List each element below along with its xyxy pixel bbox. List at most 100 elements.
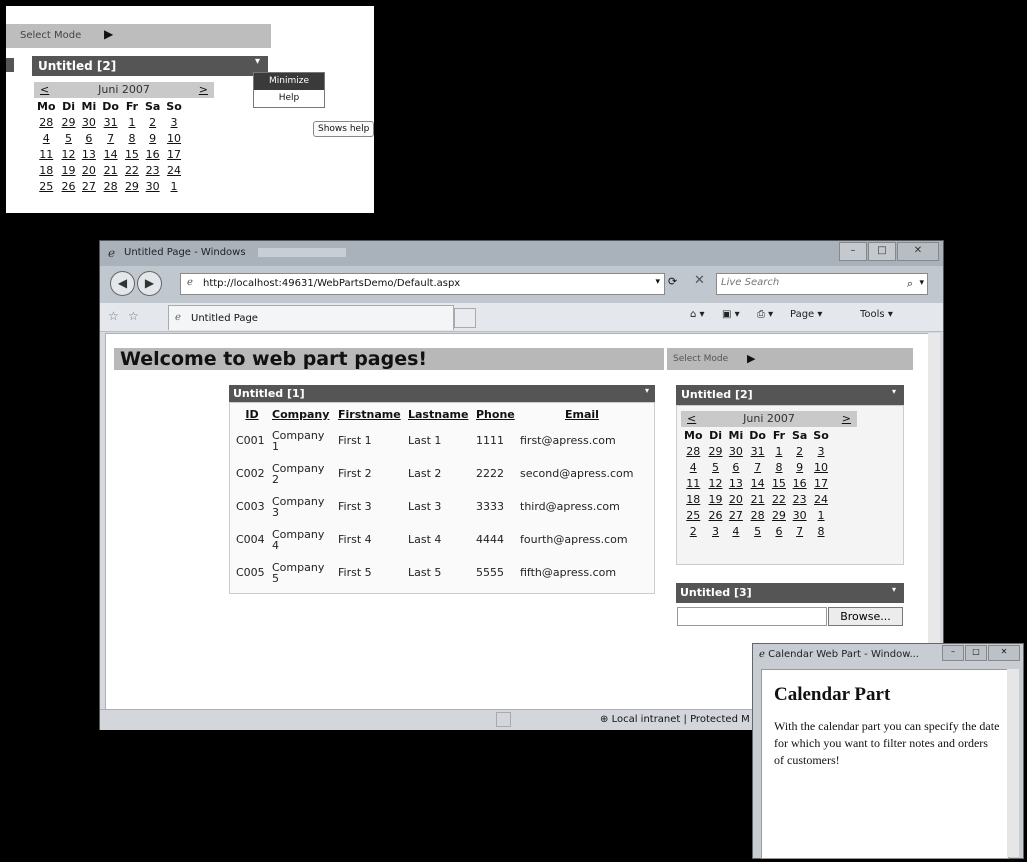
search-dropdown-icon[interactable]: ▾ (919, 278, 924, 288)
search-icon[interactable]: ⌕ (907, 277, 913, 291)
calendar-day[interactable]: 31 (746, 443, 769, 459)
column-header-lastname[interactable]: Lastname (406, 408, 474, 424)
calendar-day[interactable]: 2 (681, 523, 706, 539)
verbs-dropdown-icon[interactable]: ▾ (645, 386, 649, 395)
popup-scrollbar[interactable] (1007, 669, 1019, 857)
verbs-dropdown-icon[interactable]: ▾ (255, 56, 260, 67)
column-header-phone[interactable]: Phone (474, 408, 518, 424)
calendar-day[interactable]: 7 (746, 459, 769, 475)
calendar-day[interactable]: 3 (706, 523, 726, 539)
calendar-day[interactable]: 28 (34, 114, 59, 130)
calendar-day[interactable]: 8 (122, 130, 142, 146)
minimize-button[interactable]: – (839, 242, 867, 261)
calendar-day[interactable]: 18 (34, 162, 59, 178)
calendar-day[interactable]: 29 (769, 507, 789, 523)
tab-untitled-page[interactable]: ℯ Untitled Page (168, 305, 454, 330)
calendar-day[interactable]: 1 (163, 178, 184, 194)
calendar-day[interactable]: 13 (726, 475, 747, 491)
forward-button[interactable]: ▶ (137, 271, 162, 296)
print-icon[interactable]: ⎙ ▾ (757, 309, 773, 320)
calendar-day[interactable]: 19 (706, 491, 726, 507)
calendar-day[interactable]: 11 (681, 475, 706, 491)
search-input[interactable] (721, 277, 881, 288)
column-header-firstname[interactable]: Firstname (336, 408, 406, 424)
calendar-day[interactable]: 13 (79, 146, 100, 162)
calendar-day[interactable]: 9 (142, 130, 163, 146)
calendar-day[interactable]: 2 (789, 443, 810, 459)
calendar-day[interactable]: 5 (706, 459, 726, 475)
calendar-day[interactable]: 17 (163, 146, 184, 162)
calendar-day[interactable]: 8 (810, 523, 831, 539)
calendar-day[interactable]: 20 (79, 162, 100, 178)
calendar-day[interactable]: 16 (142, 146, 163, 162)
calendar-day[interactable]: 16 (789, 475, 810, 491)
add-favorites-icon[interactable]: ☆ (128, 309, 139, 323)
select-mode-label[interactable]: Select Mode (20, 30, 81, 41)
calendar-day[interactable]: 8 (769, 459, 789, 475)
calendar-day[interactable]: 27 (79, 178, 100, 194)
tools-menu[interactable]: Tools ▾ (860, 309, 893, 320)
calendar-day[interactable]: 31 (99, 114, 122, 130)
calendar-day[interactable]: 24 (810, 491, 831, 507)
verbs-dropdown-icon[interactable]: ▾ (892, 387, 896, 396)
page-menu[interactable]: Page ▾ (790, 309, 822, 320)
calendar-day[interactable]: 29 (122, 178, 142, 194)
calendar-day[interactable]: 30 (142, 178, 163, 194)
calendar-day[interactable]: 26 (706, 507, 726, 523)
calendar-day[interactable]: 2 (142, 114, 163, 130)
calendar-day[interactable]: 9 (789, 459, 810, 475)
calendar-day[interactable]: 1 (122, 114, 142, 130)
calendar-day[interactable]: 30 (79, 114, 100, 130)
address-dropdown-icon[interactable]: ▾ (655, 277, 660, 287)
popup-minimize-button[interactable]: – (942, 645, 964, 661)
calendar-day[interactable]: 20 (726, 491, 747, 507)
calendar-day[interactable]: 27 (726, 507, 747, 523)
select-mode-bar[interactable]: Select Mode ▶ (667, 348, 913, 370)
select-mode-bar[interactable]: Select Mode ▶ (6, 24, 271, 48)
address-url[interactable]: http://localhost:49631/WebPartsDemo/Defa… (203, 278, 460, 289)
feeds-icon[interactable]: ▣ ▾ (722, 309, 740, 320)
calendar-day[interactable]: 1 (769, 443, 789, 459)
calendar-day[interactable]: 23 (789, 491, 810, 507)
calendar-day[interactable]: 23 (142, 162, 163, 178)
calendar-day[interactable]: 21 (99, 162, 122, 178)
select-mode-label[interactable]: Select Mode (673, 354, 728, 364)
calendar-day[interactable]: 29 (706, 443, 726, 459)
favorites-star-icon[interactable]: ☆ (108, 309, 119, 323)
calendar-day[interactable]: 28 (99, 178, 122, 194)
refresh-icon[interactable]: ⟳ (668, 275, 677, 288)
calendar-day[interactable]: 12 (59, 146, 79, 162)
calendar-day[interactable]: 4 (726, 523, 747, 539)
calendar-day[interactable]: 21 (746, 491, 769, 507)
calendar-day[interactable]: 24 (163, 162, 184, 178)
calendar-day[interactable]: 3 (163, 114, 184, 130)
calendar-day[interactable]: 6 (769, 523, 789, 539)
close-button[interactable]: ✕ (897, 242, 939, 261)
calendar-day[interactable]: 7 (789, 523, 810, 539)
popup-close-button[interactable]: ✕ (988, 645, 1020, 661)
verbs-dropdown-icon[interactable]: ▾ (892, 585, 896, 594)
menu-item-minimize[interactable]: Minimize (254, 73, 324, 90)
calendar-day[interactable]: 4 (34, 130, 59, 146)
calendar-day[interactable]: 29 (59, 114, 79, 130)
calendar-day[interactable]: 17 (810, 475, 831, 491)
popup-maximize-button[interactable]: □ (965, 645, 987, 661)
calendar-day[interactable]: 25 (34, 178, 59, 194)
back-button[interactable]: ◀ (110, 271, 135, 296)
calendar-day[interactable]: 5 (59, 130, 79, 146)
calendar-day[interactable]: 28 (681, 443, 706, 459)
calendar-day[interactable]: 6 (79, 130, 100, 146)
calendar-day[interactable]: 28 (746, 507, 769, 523)
browse-button[interactable]: Browse... (828, 607, 903, 626)
calendar-day[interactable]: 11 (34, 146, 59, 162)
menu-item-help[interactable]: Help (254, 90, 324, 107)
calendar-day[interactable]: 4 (681, 459, 706, 475)
calendar-day[interactable]: 6 (726, 459, 747, 475)
title-bar[interactable]: ℯ Untitled Page - Windows – □ ✕ (100, 241, 943, 266)
play-arrow-icon[interactable]: ▶ (104, 27, 113, 41)
calendar-day[interactable]: 26 (59, 178, 79, 194)
calendar-day[interactable]: 5 (746, 523, 769, 539)
calendar-day[interactable]: 1 (810, 507, 831, 523)
column-header-email[interactable]: Email (518, 408, 646, 424)
calendar-day[interactable]: 14 (746, 475, 769, 491)
